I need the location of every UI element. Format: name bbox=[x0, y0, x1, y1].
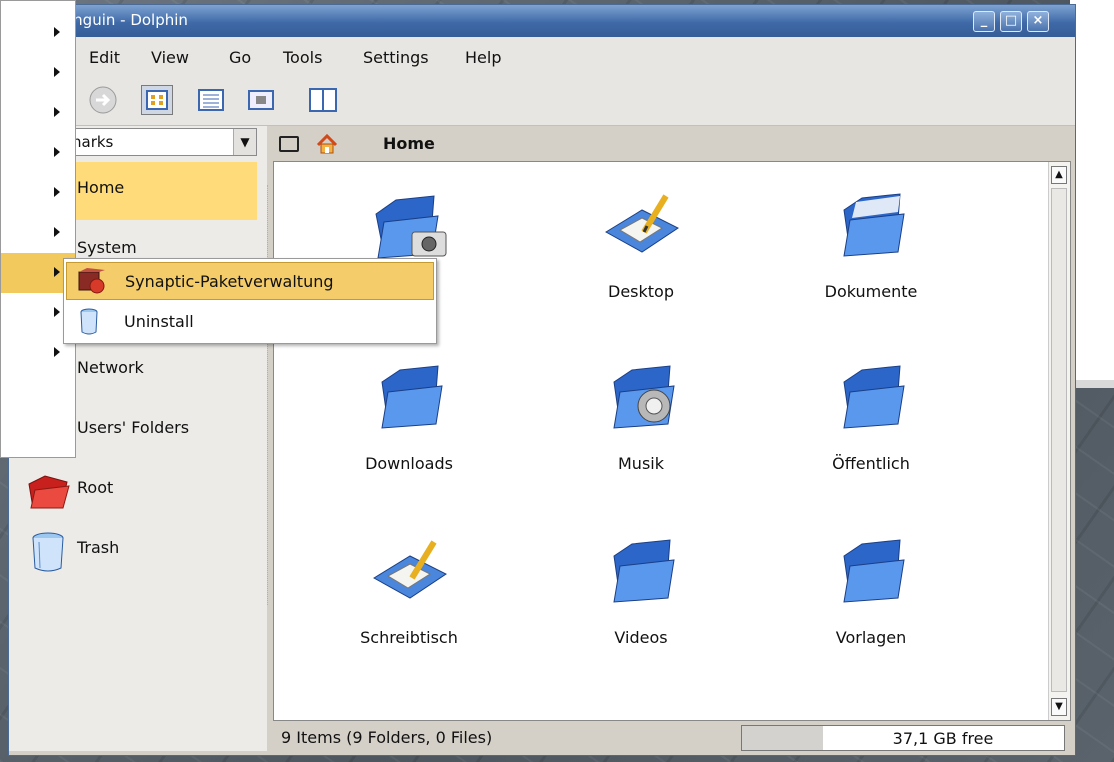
place-label: Root bbox=[77, 478, 114, 497]
background-window[interactable] bbox=[1070, 0, 1114, 388]
desktop-folder-icon bbox=[605, 194, 679, 253]
file-item-dokumente[interactable]: Dokumente bbox=[786, 188, 956, 318]
submenu-arrow-icon bbox=[54, 107, 60, 117]
minimize-button[interactable]: _ bbox=[973, 11, 995, 32]
menu-item-label: Uninstall bbox=[124, 312, 194, 331]
file-item-schreibtisch[interactable]: Schreibtisch bbox=[324, 534, 494, 664]
place-root[interactable]: Root bbox=[9, 462, 257, 520]
folder-icon bbox=[843, 193, 905, 257]
submenu-arrow-icon bbox=[54, 67, 60, 77]
menu-settings[interactable]: Settings bbox=[363, 48, 429, 67]
place-label: Home bbox=[77, 178, 125, 197]
app-menu-item[interactable] bbox=[1, 53, 75, 93]
app-menu-item[interactable] bbox=[1, 133, 75, 173]
menu-go[interactable]: Go bbox=[229, 48, 251, 67]
chevron-down-icon[interactable]: ▼ bbox=[233, 129, 256, 155]
submenu-arrow-icon bbox=[54, 307, 60, 317]
submenu: Synaptic-Paketverwaltung Uninstall bbox=[63, 258, 437, 344]
panel-splitter[interactable] bbox=[267, 185, 270, 605]
file-view[interactable]: Desktop Dokumente Downloads Musik Öffent… bbox=[273, 161, 1071, 721]
file-label: Öffentlich bbox=[832, 454, 910, 473]
file-label: Dokumente bbox=[824, 282, 918, 301]
toggle-editable-location-icon[interactable] bbox=[279, 136, 299, 152]
folder-icon bbox=[613, 539, 675, 603]
file-item-videos[interactable]: Videos bbox=[556, 534, 726, 664]
status-text: 9 Items (9 Folders, 0 Files) bbox=[281, 728, 493, 747]
vertical-scrollbar[interactable]: ▲ ▼ bbox=[1048, 162, 1070, 720]
menu-tools[interactable]: Tools bbox=[283, 48, 322, 67]
uninstall-icon bbox=[80, 308, 98, 335]
menu-bar: Edit View Go Tools Settings Help bbox=[9, 37, 1075, 74]
file-label: Videos bbox=[614, 628, 668, 647]
home-icon[interactable] bbox=[315, 133, 339, 155]
desktop-folder-icon bbox=[373, 540, 447, 599]
preview-button[interactable] bbox=[245, 85, 277, 115]
menu-view[interactable]: View bbox=[151, 48, 189, 67]
menu-item-label: Synaptic-Paketverwaltung bbox=[125, 272, 334, 291]
camera-folder-icon bbox=[375, 195, 447, 259]
file-item-vorlagen[interactable]: Vorlagen bbox=[786, 534, 956, 664]
forward-button[interactable] bbox=[87, 85, 119, 115]
file-label: Desktop bbox=[608, 282, 674, 301]
details-view-button[interactable] bbox=[195, 85, 227, 115]
toolbar bbox=[9, 73, 1075, 126]
folder-icon bbox=[381, 365, 443, 429]
file-label: Schreibtisch bbox=[360, 628, 458, 647]
file-label: Musik bbox=[618, 454, 664, 473]
submenu-arrow-icon bbox=[54, 187, 60, 197]
synaptic-icon bbox=[78, 268, 105, 294]
place-label: Users' Folders bbox=[77, 418, 190, 437]
split-view-button[interactable] bbox=[307, 85, 339, 115]
root-folder-icon bbox=[28, 475, 70, 509]
application-menu bbox=[0, 0, 76, 458]
submenu-arrow-icon bbox=[54, 347, 60, 357]
split-view-icon bbox=[309, 88, 337, 112]
free-space-text: 37,1 GB free bbox=[892, 729, 994, 748]
panel-selector-label: narks bbox=[72, 133, 114, 151]
icons-view-button[interactable] bbox=[141, 85, 173, 115]
free-space-bar: 37,1 GB free bbox=[741, 725, 1065, 751]
file-item-oeffentlich[interactable]: Öffentlich bbox=[786, 360, 956, 490]
close-button[interactable]: × bbox=[1027, 11, 1049, 32]
scroll-down-icon[interactable]: ▼ bbox=[1051, 698, 1067, 716]
details-view-icon bbox=[198, 89, 224, 111]
file-item-musik[interactable]: Musik bbox=[556, 360, 726, 490]
file-label: Vorlagen bbox=[835, 628, 907, 647]
file-item-desktop[interactable]: Desktop bbox=[556, 188, 726, 318]
submenu-arrow-icon bbox=[54, 267, 60, 277]
breadcrumb-home[interactable]: Home bbox=[383, 134, 435, 153]
place-label: Trash bbox=[77, 538, 120, 557]
forward-icon bbox=[89, 86, 117, 114]
window-title: inguin - Dolphin bbox=[69, 11, 188, 29]
file-label: Downloads bbox=[365, 454, 453, 473]
menu-item-synaptic[interactable]: Synaptic-Paketverwaltung bbox=[66, 262, 434, 300]
place-label: Network bbox=[77, 358, 144, 377]
file-item-downloads[interactable]: Downloads bbox=[324, 360, 494, 490]
submenu-arrow-icon bbox=[54, 147, 60, 157]
place-label: System bbox=[77, 238, 137, 257]
submenu-arrow-icon bbox=[54, 227, 60, 237]
app-menu-item[interactable] bbox=[1, 13, 75, 53]
app-menu-item[interactable] bbox=[1, 213, 75, 253]
menu-help[interactable]: Help bbox=[465, 48, 501, 67]
location-bar: Home bbox=[271, 126, 1075, 162]
title-bar[interactable]: inguin - Dolphin _ □ × bbox=[9, 5, 1075, 37]
preview-icon bbox=[248, 90, 274, 110]
app-menu-item[interactable] bbox=[1, 173, 75, 213]
dolphin-window: inguin - Dolphin _ □ × Edit View Go Tool… bbox=[8, 4, 1076, 756]
scrollbar-thumb[interactable] bbox=[1051, 188, 1067, 692]
place-trash[interactable]: Trash bbox=[9, 522, 257, 580]
scroll-up-icon[interactable]: ▲ bbox=[1051, 166, 1067, 184]
status-bar: 9 Items (9 Folders, 0 Files) 37,1 GB fre… bbox=[273, 723, 1075, 753]
music-folder-icon bbox=[613, 365, 675, 429]
submenu-arrow-icon bbox=[54, 27, 60, 37]
menu-edit[interactable]: Edit bbox=[89, 48, 120, 67]
folder-icon bbox=[843, 539, 905, 603]
maximize-button[interactable]: □ bbox=[1000, 11, 1022, 32]
trash-icon bbox=[32, 532, 64, 572]
folder-icon bbox=[843, 365, 905, 429]
icons-view-icon bbox=[146, 90, 168, 110]
menu-item-uninstall[interactable]: Uninstall bbox=[66, 303, 434, 341]
app-menu-item[interactable] bbox=[1, 93, 75, 133]
